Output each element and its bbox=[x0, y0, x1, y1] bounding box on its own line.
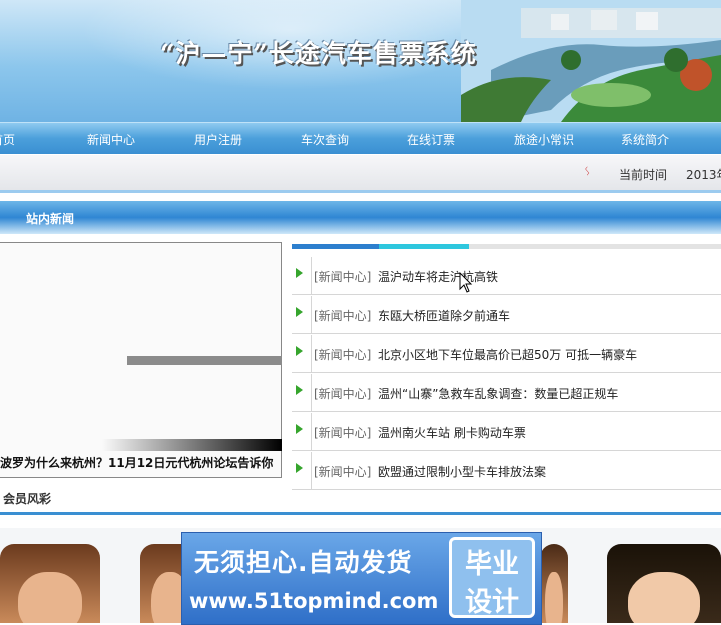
arrow-icon bbox=[292, 413, 312, 450]
arrow-icon bbox=[292, 257, 312, 294]
ad-badge-bottom: 设计 bbox=[465, 587, 519, 618]
members-header: 会员风彩 bbox=[0, 488, 721, 515]
members-title: 会员风彩 bbox=[3, 492, 52, 506]
arrow-icon bbox=[292, 335, 312, 372]
site-title: “沪—宁”长途汽车售票系统 bbox=[160, 39, 477, 68]
arrow-icon bbox=[292, 452, 312, 489]
time-bar: ᛊ 当前时间 2013年 bbox=[0, 155, 721, 193]
news-category[interactable]: [新闻中心] bbox=[314, 424, 371, 441]
clock-icon: ᛊ bbox=[584, 165, 591, 178]
ad-badge-top: 毕业 bbox=[465, 549, 519, 580]
list-item[interactable]: [新闻中心] 北京小区地下车位最高价已超50万 可抵一辆豪车 bbox=[292, 335, 721, 373]
member-photo[interactable] bbox=[0, 544, 100, 623]
section-title: 站内新闻 bbox=[26, 212, 75, 226]
news-slideshow[interactable]: 波罗为什么来杭州？11月12日元代杭州论坛告诉你 bbox=[0, 242, 282, 478]
mouse-cursor-icon bbox=[459, 272, 473, 293]
arrow-icon bbox=[292, 296, 312, 333]
member-photo[interactable] bbox=[607, 544, 721, 623]
nav-item-booking[interactable]: 在线订票 bbox=[407, 131, 455, 148]
tab-indicator-active[interactable] bbox=[292, 244, 379, 249]
header-banner: “沪—宁”长途汽车售票系统 bbox=[0, 0, 721, 122]
news-title-link[interactable]: 北京小区地下车位最高价已超50万 可抵一辆豪车 bbox=[378, 346, 637, 363]
member-photo[interactable] bbox=[540, 544, 568, 623]
nav-item-register[interactable]: 用户注册 bbox=[194, 131, 242, 148]
nav-item-about[interactable]: 系统简介 bbox=[621, 131, 669, 148]
watermark-ad: 无须担心.自动发货 www.51topmind.com 毕业 设计 bbox=[181, 532, 542, 625]
news-title-link[interactable]: 温州“山寨”急救车乱象调查：数量已超正规车 bbox=[378, 385, 618, 402]
tab-indicator-second[interactable] bbox=[379, 244, 469, 249]
list-item[interactable]: [新闻中心] 温州“山寨”急救车乱象调查：数量已超正规车 bbox=[292, 374, 721, 412]
arrow-icon bbox=[292, 374, 312, 411]
slideshow-caption-gradient bbox=[102, 439, 282, 451]
ad-url: www.51topmind.com bbox=[189, 589, 439, 613]
news-category[interactable]: [新闻中心] bbox=[314, 385, 371, 402]
news-category[interactable]: [新闻中心] bbox=[314, 346, 371, 363]
ad-slogan: 无须担心.自动发货 bbox=[194, 548, 413, 577]
news-category[interactable]: [新闻中心] bbox=[314, 463, 371, 480]
current-time-value: 2013年 bbox=[686, 168, 721, 182]
news-category[interactable]: [新闻中心] bbox=[314, 268, 371, 285]
current-time-label: 当前时间 bbox=[619, 168, 668, 182]
list-item[interactable]: [新闻中心] 温沪动车将走沪杭高铁 bbox=[292, 257, 721, 295]
nav-item-home[interactable]: 首页 bbox=[0, 131, 15, 148]
nav-item-travel-tips[interactable]: 旅途小常识 bbox=[514, 131, 574, 148]
news-list: [新闻中心] 温沪动车将走沪杭高铁 [新闻中心] 东瓯大桥匝道除夕前通车 [新闻… bbox=[292, 257, 721, 491]
list-item[interactable]: [新闻中心] 温州南火车站 刷卡购动车票 bbox=[292, 413, 721, 451]
list-item[interactable]: [新闻中心] 东瓯大桥匝道除夕前通车 bbox=[292, 296, 721, 334]
nav-item-news[interactable]: 新闻中心 bbox=[87, 131, 135, 148]
news-title-link[interactable]: 东瓯大桥匝道除夕前通车 bbox=[378, 307, 510, 324]
list-item[interactable]: [新闻中心] 欧盟通过限制小型卡车排放法案 bbox=[292, 452, 721, 490]
main-nav: 首页 新闻中心 用户注册 车次查询 在线订票 旅途小常识 系统简介 bbox=[0, 122, 721, 154]
news-tab-indicator bbox=[292, 244, 721, 249]
slideshow-loading-bar bbox=[127, 356, 282, 365]
news-title-link[interactable]: 欧盟通过限制小型卡车排放法案 bbox=[378, 463, 546, 480]
section-header: 站内新闻 bbox=[0, 201, 721, 234]
banner-landscape-image bbox=[461, 0, 721, 122]
news-title-link[interactable]: 温沪动车将走沪杭高铁 bbox=[378, 268, 498, 285]
nav-item-schedule[interactable]: 车次查询 bbox=[301, 131, 349, 148]
news-title-link[interactable]: 温州南火车站 刷卡购动车票 bbox=[378, 424, 526, 441]
ad-badge: 毕业 设计 bbox=[449, 537, 535, 618]
slideshow-caption[interactable]: 波罗为什么来杭州？11月12日元代杭州论坛告诉你 bbox=[0, 454, 273, 471]
news-category[interactable]: [新闻中心] bbox=[314, 307, 371, 324]
